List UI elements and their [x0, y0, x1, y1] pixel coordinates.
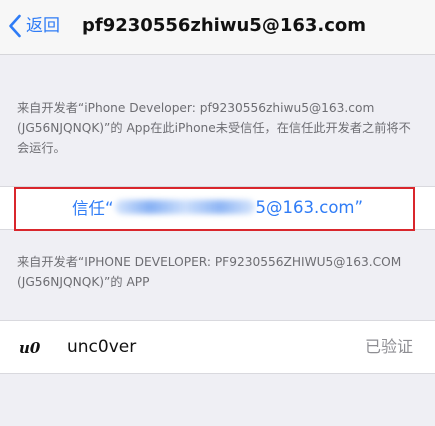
app-list-item[interactable]: u0 unc0ver 已验证: [0, 320, 435, 374]
navigation-bar: 返回 pf9230556zhiwu5@163.com: [0, 0, 435, 55]
back-label: 返回: [26, 16, 60, 36]
page-title: pf9230556zhiwu5@163.com: [82, 15, 367, 36]
apps-section-header: 来自开发者“IPHONE DEVELOPER: PF9230556ZHIWU5@…: [17, 255, 402, 289]
unc0ver-app-icon: u0: [16, 333, 46, 363]
unc0ver-logo-icon: u0: [19, 339, 41, 357]
verified-status: 已验证: [364, 337, 413, 356]
svg-text:u0: u0: [19, 339, 41, 357]
highlight-box: [14, 187, 415, 231]
trust-description: 来自开发者“iPhone Developer: pf9230556zhiwu5@…: [17, 101, 411, 155]
app-name: unc0ver: [67, 337, 137, 357]
back-button[interactable]: 返回: [8, 12, 60, 40]
chevron-left-icon: [9, 14, 21, 38]
